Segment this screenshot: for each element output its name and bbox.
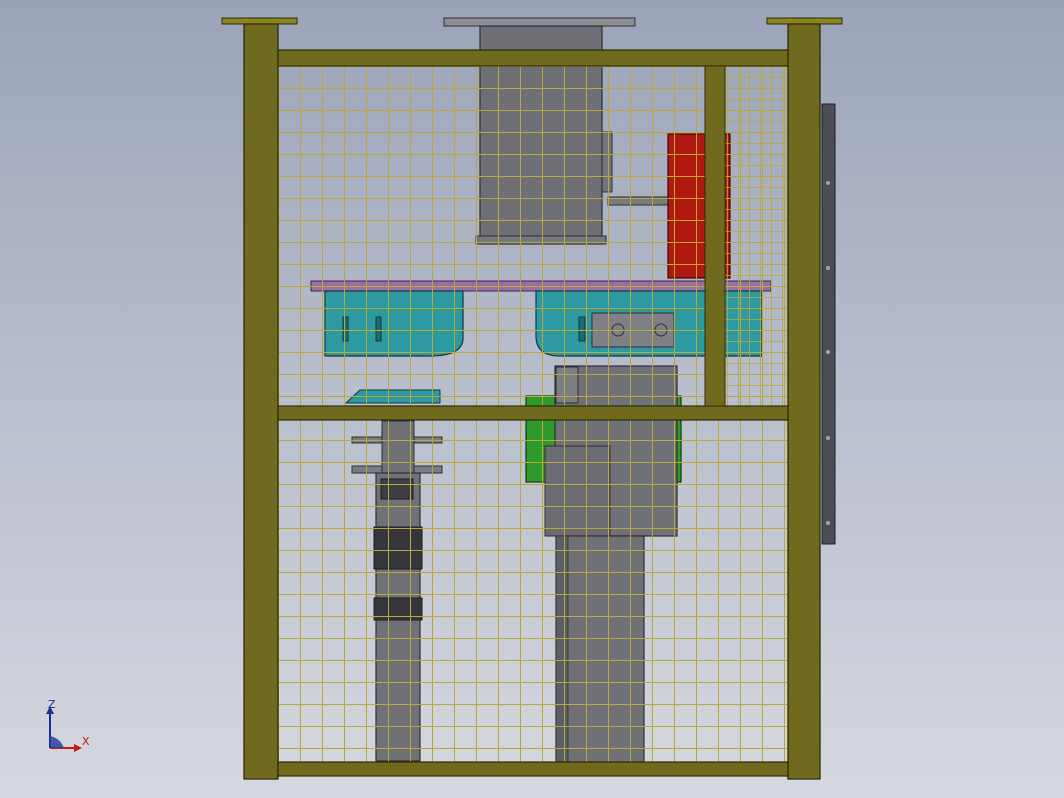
right-top-flange [766,17,843,25]
frame-top-rail [277,49,789,67]
frame-inner-post [704,65,726,407]
side-rail-bolt-2 [826,266,830,270]
frame-left-post [243,23,279,780]
center-top-flange [443,17,636,27]
side-rail-bolt-5 [826,521,830,525]
x-axis-arrowhead [74,744,82,752]
side-rail-bolt-3 [826,350,830,354]
assembly-model[interactable] [0,0,1064,798]
frame-middle-rail [277,405,789,421]
axis-triad: Z X [38,696,98,756]
frame-bottom-rail [277,761,789,777]
side-linear-rail [821,103,836,545]
triad-origin-fan [50,736,64,748]
side-rail-bolt-4 [826,436,830,440]
z-axis-label: Z [48,698,56,711]
x-axis-label: X [82,735,90,748]
side-rail-bolt-1 [826,181,830,185]
left-top-flange [221,17,298,25]
frame-right-post [787,23,821,780]
cad-viewport[interactable]: Z X [0,0,1064,798]
